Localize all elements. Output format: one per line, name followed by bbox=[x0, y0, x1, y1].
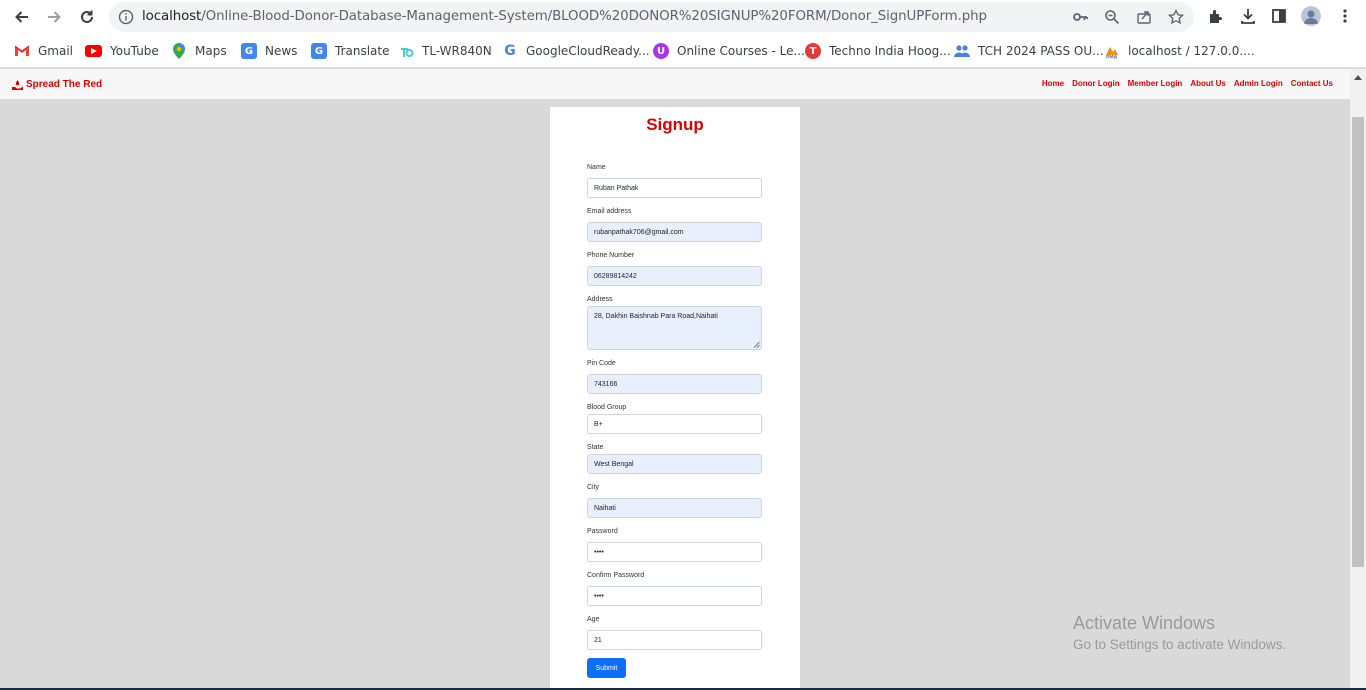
activate-windows-watermark: Activate Windows Go to Settings to activ… bbox=[1073, 613, 1286, 652]
email-input[interactable]: rubanpathak706@gmail.com bbox=[587, 222, 762, 242]
extensions-icon[interactable] bbox=[1206, 6, 1226, 26]
share-icon[interactable] bbox=[1135, 8, 1153, 26]
pincode-label: Pin Code bbox=[587, 360, 616, 367]
url-host: localhost bbox=[142, 9, 202, 24]
google-icon: G bbox=[504, 43, 516, 59]
bookmark-tplink[interactable]: TL-WR840N bbox=[398, 42, 492, 60]
tplink-icon bbox=[398, 43, 414, 59]
pincode-input[interactable]: 743166 bbox=[587, 374, 762, 394]
scrollbar-thumb[interactable] bbox=[1352, 117, 1364, 567]
menu-kebab-icon[interactable] bbox=[1335, 6, 1355, 26]
watermark-title: Activate Windows bbox=[1073, 613, 1216, 633]
nav-member-login[interactable]: Member Login bbox=[1128, 79, 1183, 88]
youtube-icon bbox=[85, 45, 102, 57]
browser-toolbar: localhost/Online-Blood-Donor-Database-Ma… bbox=[0, 0, 1366, 34]
translate-icon: G bbox=[311, 43, 327, 59]
bookmark-online-courses[interactable]: U Online Courses - Le... bbox=[653, 42, 805, 60]
address-value: 28, Dakhin Baishnab Para Road,Naihati bbox=[594, 313, 718, 320]
page-title: Signup bbox=[646, 115, 704, 134]
age-input[interactable]: 21 bbox=[587, 630, 762, 650]
bookmark-label: Techno India Hoog... bbox=[829, 44, 951, 58]
bookmark-label: News bbox=[265, 44, 298, 58]
bookmark-news[interactable]: G News bbox=[241, 42, 297, 60]
key-icon[interactable] bbox=[1071, 8, 1089, 26]
name-input[interactable]: Ruban Pathak bbox=[587, 178, 762, 198]
brand-link[interactable]: Spread The Red bbox=[12, 79, 102, 90]
bookmark-label: TCH 2024 PASS OU... bbox=[978, 44, 1104, 58]
bookmark-youtube[interactable]: YouTube bbox=[85, 42, 159, 60]
city-input[interactable]: Naihati bbox=[587, 498, 762, 518]
maps-icon bbox=[171, 43, 187, 59]
confirm-password-label: Confirm Password bbox=[587, 572, 645, 579]
scroll-up-arrow-icon[interactable] bbox=[1354, 75, 1362, 80]
blood-donation-icon bbox=[12, 79, 23, 90]
nav-admin-login[interactable]: Admin Login bbox=[1234, 79, 1283, 88]
nav-links: Home Donor Login Member Login About Us A… bbox=[1042, 79, 1333, 88]
phpmyadmin-icon: PMA bbox=[1104, 43, 1120, 59]
page-scrollbar[interactable] bbox=[1350, 69, 1366, 690]
zoom-icon[interactable] bbox=[1103, 8, 1121, 26]
nav-about-us[interactable]: About Us bbox=[1190, 79, 1226, 88]
bookmark-label: TL-WR840N bbox=[422, 44, 492, 58]
url-path: /Online-Blood-Donor-Database-Management-… bbox=[201, 9, 987, 24]
phone-label: Phone Number bbox=[587, 252, 635, 259]
nav-contact-us[interactable]: Contact Us bbox=[1291, 79, 1333, 88]
bookmark-tch-pass[interactable]: TCH 2024 PASS OU... bbox=[954, 42, 1104, 60]
password-input[interactable]: •••• bbox=[587, 542, 762, 562]
bookmark-label: Online Courses - Le... bbox=[677, 44, 805, 58]
bookmark-translate[interactable]: G Translate bbox=[311, 42, 390, 60]
bookmark-label: Translate bbox=[335, 44, 390, 58]
site-info-icon[interactable] bbox=[118, 9, 134, 25]
nav-donor-login[interactable]: Donor Login bbox=[1072, 79, 1120, 88]
profile-avatar[interactable] bbox=[1301, 6, 1321, 26]
state-label: State bbox=[587, 444, 604, 451]
forward-arrow-icon[interactable] bbox=[42, 5, 66, 29]
email-label: Email address bbox=[587, 208, 632, 215]
nav-home[interactable]: Home bbox=[1042, 79, 1064, 88]
bookmarks-bar: Gmail YouTube Maps G News G Translate TL… bbox=[0, 34, 1366, 68]
password-label: Password bbox=[587, 528, 618, 535]
news-icon: G bbox=[241, 43, 257, 59]
bookmark-label: GoogleCloudReady... bbox=[526, 44, 650, 58]
bookmark-maps[interactable]: Maps bbox=[171, 42, 227, 60]
address-label: Address bbox=[587, 296, 613, 303]
phone-input[interactable]: 06289814242 bbox=[587, 266, 762, 286]
blood-group-label: Blood Group bbox=[587, 404, 627, 411]
url-text: localhost/Online-Blood-Donor-Database-Ma… bbox=[142, 9, 987, 24]
download-icon[interactable] bbox=[1238, 6, 1258, 26]
bookmark-googlecloud[interactable]: G GoogleCloudReady... bbox=[502, 42, 650, 60]
group-icon bbox=[954, 43, 970, 59]
svg-text:PMA: PMA bbox=[1106, 55, 1118, 60]
bookmark-label: localhost / 127.0.0.... bbox=[1128, 44, 1255, 58]
state-input[interactable]: West Bengal bbox=[587, 454, 762, 474]
gmail-icon bbox=[14, 43, 30, 59]
name-label: Name bbox=[587, 164, 606, 171]
bookmark-label: Gmail bbox=[38, 44, 74, 58]
bookmark-label: YouTube bbox=[110, 44, 159, 58]
brand-name: Spread The Red bbox=[26, 79, 103, 90]
bookmark-star-icon[interactable] bbox=[1167, 8, 1185, 26]
reload-icon[interactable] bbox=[75, 5, 99, 29]
age-label: Age bbox=[587, 616, 600, 623]
site-navbar: Spread The Red Home Donor Login Member L… bbox=[0, 69, 1350, 99]
blood-group-input[interactable]: B+ bbox=[587, 414, 762, 434]
side-panel-icon[interactable] bbox=[1269, 6, 1289, 26]
bookmark-label: Maps bbox=[195, 44, 227, 58]
techno-icon: T bbox=[805, 43, 821, 59]
city-label: City bbox=[587, 484, 600, 491]
confirm-password-input[interactable]: •••• bbox=[587, 586, 762, 606]
address-bar[interactable]: localhost/Online-Blood-Donor-Database-Ma… bbox=[109, 2, 1194, 32]
bookmark-gmail[interactable]: Gmail bbox=[14, 42, 73, 60]
bookmark-techno-india[interactable]: T Techno India Hoog... bbox=[805, 42, 951, 60]
watermark-subtitle: Go to Settings to activate Windows. bbox=[1073, 637, 1287, 652]
address-textarea[interactable]: 28, Dakhin Baishnab Para Road,Naihati bbox=[587, 306, 762, 350]
submit-button[interactable]: Submit bbox=[587, 658, 626, 678]
resize-handle-icon[interactable] bbox=[753, 341, 760, 348]
back-arrow-icon[interactable] bbox=[10, 5, 34, 29]
bookmark-localhost[interactable]: PMA localhost / 127.0.0.... bbox=[1104, 42, 1255, 60]
courses-icon: U bbox=[653, 43, 669, 59]
signup-card: Signup Name Ruban Pathak Email address r… bbox=[550, 107, 800, 690]
